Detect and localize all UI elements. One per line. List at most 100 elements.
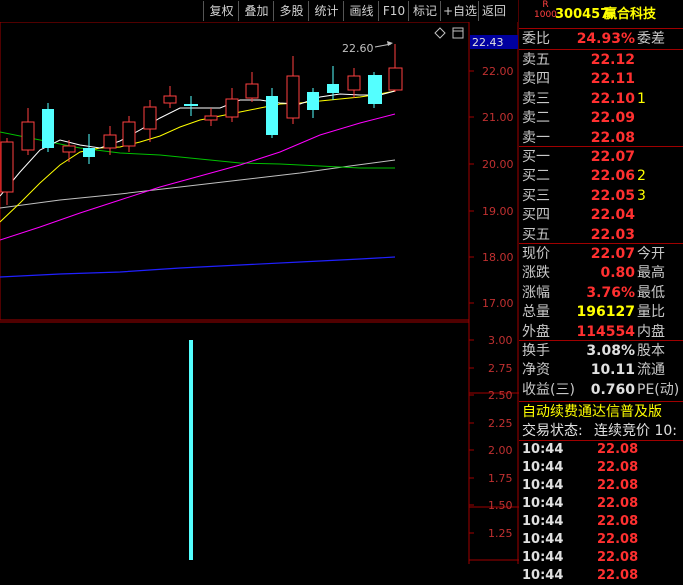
tick-time: 10:44	[522, 568, 564, 583]
row-label-2: 3	[637, 187, 646, 204]
chart-toolbar: 复权 叠加 多股 统计 画线 F10 标记 +自选 返回	[0, 0, 518, 22]
toolbar-button-2[interactable]: 多股	[273, 1, 309, 21]
row-value: 10.11	[590, 362, 635, 379]
row-label: 买三	[522, 187, 550, 204]
row-label-2: 最低	[637, 284, 665, 301]
tick-price: 22.08	[597, 550, 639, 565]
row-label-2: 2	[637, 168, 646, 185]
row-label: 收益(三)	[522, 381, 575, 398]
price-tick-label: 19.00	[482, 205, 514, 218]
quote-row: 涨跌 0.80 最高	[519, 263, 683, 283]
row-label: 买五	[522, 226, 550, 243]
toolbar-button-5[interactable]: F10	[378, 1, 409, 21]
stock-code: 300457	[555, 7, 610, 22]
volume-tick-label: 2.75	[488, 362, 513, 375]
row-value: 3.08%	[586, 343, 635, 359]
toolbar-button-3[interactable]: 统计	[308, 1, 344, 21]
tick-price: 22.08	[597, 514, 639, 529]
row-label: 买一	[522, 149, 550, 165]
quote-row: 外盘 114554 内盘	[519, 322, 683, 342]
ma60-line	[0, 131, 395, 169]
volume-tick-label: 2.00	[488, 444, 513, 457]
quote-row: 收益(三) 0.760 PE(动)	[519, 380, 683, 400]
stock-header: R 1000 300457 赢合科技	[519, 0, 683, 28]
row-label: 涨幅	[522, 284, 550, 301]
volume-bar	[189, 340, 193, 560]
volume-tick-label: 2.50	[488, 389, 513, 402]
row-label-2: 委差	[637, 31, 665, 47]
row-label-2: 今开	[637, 246, 665, 262]
row-label-2: 内盘	[637, 323, 665, 340]
quote-row: 总量 196127 量比	[519, 302, 683, 322]
tick-time: 10:44	[522, 532, 564, 547]
tick-row: 10:44 22.08	[519, 477, 683, 495]
high-annotation: 22.60	[342, 42, 374, 55]
tick-time: 10:44	[522, 514, 564, 529]
quote-row: 换手 3.08% 股本	[519, 341, 683, 361]
stock-name: 赢合科技	[604, 7, 657, 22]
quote-panel: R 1000 300457 赢合科技 委比 24.93% 委差 卖五 22.12 卖四 22.…	[519, 0, 683, 583]
tick-row: 10:44 22.08	[519, 567, 683, 585]
volume-tick-label: 1.75	[488, 472, 513, 485]
quote-row: 卖二 22.09	[519, 108, 683, 128]
row-value: 22.07	[590, 149, 635, 165]
quote-row: 买三 22.05 3	[519, 186, 683, 206]
tick-time: 10:44	[522, 460, 564, 475]
tick-price: 22.08	[597, 532, 639, 547]
row-label-2: 股本	[637, 343, 665, 359]
quote-row: 委比 24.93% 委差	[519, 29, 683, 49]
quote-row: 卖三 22.10 1	[519, 89, 683, 109]
row-value: 22.09	[590, 110, 635, 127]
row-label: 卖三	[522, 90, 550, 107]
toolbar-button-8[interactable]: 返回	[478, 1, 509, 21]
row-label: 买二	[522, 168, 550, 185]
row-label-2: 量比	[637, 304, 665, 321]
tick-time: 10:44	[522, 442, 564, 457]
row-label: 现价	[522, 246, 550, 262]
row-label: 外盘	[522, 323, 550, 340]
price-tick-label: 20.00	[482, 158, 514, 171]
row-value: 22.05	[590, 187, 635, 204]
row-value: 22.12	[590, 52, 635, 68]
row-label: 净资	[522, 362, 550, 379]
price-tick-label: 18.00	[482, 251, 514, 264]
tick-time: 10:44	[522, 496, 564, 511]
row-label: 买四	[522, 207, 550, 224]
tick-price: 22.08	[597, 478, 639, 493]
toolbar-button-0[interactable]: 复权	[203, 1, 239, 21]
trade-status: 交易状态: 连续竞价 10:	[522, 423, 677, 439]
quote-row: 买一 22.07	[519, 147, 683, 167]
row-value: 22.08	[590, 129, 635, 146]
quote-row: 涨幅 3.76% 最低	[519, 283, 683, 303]
row-label: 换手	[522, 343, 550, 359]
toolbar-button-4[interactable]: 画线	[343, 1, 379, 21]
toolbar-button-6[interactable]: 标记	[408, 1, 441, 21]
tick-time: 10:44	[522, 478, 564, 493]
row-value: 22.06	[590, 168, 635, 185]
tick-row: 10:44 22.08	[519, 549, 683, 567]
row-label-2: 1	[637, 90, 646, 107]
tick-row: 10:44 22.08	[519, 513, 683, 531]
row-value: 22.10	[590, 90, 635, 107]
row-value: 0.80	[600, 265, 635, 282]
candlesticks	[0, 44, 403, 205]
row-label: 委比	[522, 31, 550, 47]
diamond-icon[interactable]	[434, 27, 446, 39]
price-tick-label: 17.00	[482, 297, 514, 310]
price-tick-label: 21.00	[482, 111, 514, 124]
promo-banner[interactable]: 自动续费通达信普及版	[519, 402, 683, 422]
quote-row: 现价 22.07 今开	[519, 244, 683, 264]
quote-row: 卖四 22.11	[519, 69, 683, 89]
rating-badge: R 1000	[534, 0, 557, 20]
window-icon[interactable]	[452, 27, 464, 39]
kline-chart[interactable]: 22.00 21.00 20.00 19.00 18.00 17.00 3.00 2.75 2…	[0, 0, 519, 564]
tick-row: 10:44 22.08	[519, 531, 683, 549]
quote-row: 卖五 22.12	[519, 50, 683, 70]
row-label-2: PE(动)	[637, 381, 680, 398]
row-label-2: 流通	[637, 362, 665, 379]
toolbar-button-1[interactable]: 叠加	[238, 1, 274, 21]
toolbar-button-7[interactable]: +自选	[440, 1, 479, 21]
quote-row: 买五 22.03	[519, 225, 683, 245]
tick-price: 22.08	[597, 568, 639, 583]
tick-time: 10:44	[522, 550, 564, 565]
